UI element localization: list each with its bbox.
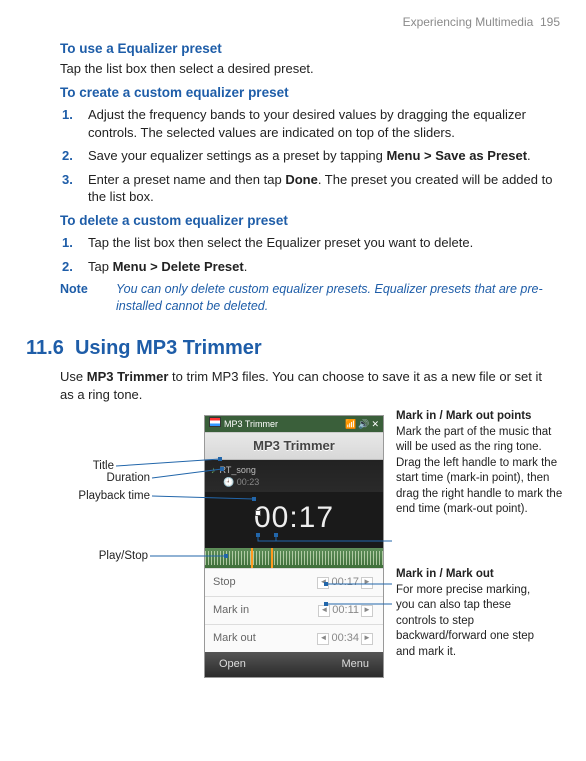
track-title: RT_song	[220, 464, 256, 476]
step-fwd-icon[interactable]: ►	[361, 577, 373, 589]
step-num: 3.	[62, 171, 73, 189]
page-number: 195	[540, 15, 560, 29]
row-mark-in[interactable]: Mark in ◄ 00:11 ►	[205, 596, 383, 624]
start-icon	[209, 417, 221, 427]
callout-heading: Mark in / Mark out	[396, 568, 494, 580]
heading-use-preset: To use a Equalizer preset	[60, 40, 554, 58]
phone-screenshot: MP3 Trimmer 📶🔊✕ MP3 Trimmer ♪ RT_song 🕘 0…	[204, 415, 384, 678]
mp3-trimmer-diagram: MP3 Trimmer 📶🔊✕ MP3 Trimmer ♪ RT_song 🕘 0…	[26, 409, 560, 689]
note: Note You can only delete custom equalize…	[60, 281, 554, 315]
status-bar: MP3 Trimmer 📶🔊✕	[205, 416, 383, 432]
heading-create-preset: To create a custom equalizer preset	[60, 84, 554, 102]
step-text: Tap the list box then select the Equaliz…	[88, 235, 473, 250]
app-name: MP3 Trimmer	[224, 419, 278, 429]
row-time: 00:17	[331, 575, 359, 590]
callout-heading: Mark in / Mark out points	[396, 410, 531, 422]
running-head: Experiencing Multimedia 195	[26, 14, 560, 30]
callout-duration: Duration	[94, 471, 150, 487]
note-text: You can only delete custom equalizer pre…	[116, 281, 554, 315]
waveform-slider[interactable]	[205, 548, 383, 568]
callout-mark-points: Mark in / Mark out points Mark the part …	[396, 409, 566, 518]
softkey-menu[interactable]: Menu	[341, 657, 369, 672]
row-stop[interactable]: Stop ◄ 00:17 ►	[205, 568, 383, 596]
step-1: 1. Adjust the frequency bands to your de…	[80, 106, 554, 141]
section-intro: Use MP3 Trimmer to trim MP3 files. You c…	[60, 368, 554, 403]
control-rows: Stop ◄ 00:17 ► Mark in ◄ 00:11 ► Mark ou…	[205, 568, 383, 652]
step-text-after: .	[244, 259, 248, 274]
section-number: 11.6	[26, 337, 64, 359]
playhead-indicator	[255, 510, 261, 516]
status-left: MP3 Trimmer	[209, 417, 278, 430]
row-mark-out[interactable]: Mark out ◄ 00:34 ►	[205, 624, 383, 652]
speaker-icon: 🔊	[358, 419, 369, 429]
track-duration: 00:23	[237, 477, 260, 487]
row-label: Stop	[213, 575, 236, 590]
step-back-icon[interactable]: ◄	[317, 633, 329, 645]
softkey-open[interactable]: Open	[219, 657, 246, 672]
close-icon: ✕	[371, 419, 379, 429]
status-icons: 📶🔊✕	[343, 418, 379, 430]
mark-out-handle[interactable]	[271, 548, 273, 568]
callout-text: For more precise marking, you can also t…	[396, 584, 534, 658]
chapter-name: Experiencing Multimedia	[403, 15, 534, 29]
callout-text: Mark the part of the music that will be …	[396, 426, 562, 516]
step-text-before: Enter a preset name and then tap	[88, 172, 285, 187]
step-num: 2.	[62, 147, 73, 165]
step-bold: Menu > Delete Preset	[113, 259, 244, 274]
step-num: 1.	[62, 106, 73, 124]
step-3: 3. Enter a preset name and then tap Done…	[80, 171, 554, 206]
note-label: Note	[60, 281, 96, 315]
step-2: 2. Tap Menu > Delete Preset.	[80, 258, 554, 276]
use-preset-text: Tap the list box then select a desired p…	[60, 60, 554, 78]
heading-delete-preset: To delete a custom equalizer preset	[60, 212, 554, 230]
step-text-before: Save your equalizer settings as a preset…	[88, 148, 386, 163]
step-bold: Done	[285, 172, 318, 187]
step-num: 2.	[62, 258, 73, 276]
step-back-icon[interactable]: ◄	[317, 577, 329, 589]
clock-icon: 🕘	[223, 477, 234, 487]
mark-in-handle[interactable]	[251, 548, 253, 568]
step-fwd-icon[interactable]: ►	[361, 605, 373, 617]
music-note-icon: ♪	[211, 464, 216, 476]
step-num: 1.	[62, 234, 73, 252]
create-preset-steps: 1. Adjust the frequency bands to your de…	[60, 106, 554, 206]
row-time: 00:34	[331, 631, 359, 646]
title-bar: MP3 Trimmer	[205, 432, 383, 460]
row-time: 00:11	[332, 603, 359, 618]
step-2: 2. Save your equalizer settings as a pre…	[80, 147, 554, 165]
step-back-icon[interactable]: ◄	[318, 605, 330, 617]
step-bold: Menu > Save as Preset	[386, 148, 527, 163]
step-text-after: .	[527, 148, 531, 163]
playback-time-value: 00:17	[254, 501, 334, 534]
track-info: ♪ RT_song 🕘 00:23	[205, 460, 383, 492]
callout-play-stop: Play/Stop	[86, 549, 148, 565]
softkey-bar: Open Menu	[205, 652, 383, 677]
step-1: 1. Tap the list box then select the Equa…	[80, 234, 554, 252]
row-label: Mark out	[213, 631, 256, 646]
step-fwd-icon[interactable]: ►	[361, 633, 373, 645]
row-label: Mark in	[213, 603, 249, 618]
signal-icon: 📶	[345, 419, 356, 429]
callout-mark-controls: Mark in / Mark out For more precise mark…	[396, 567, 536, 660]
step-text: Adjust the frequency bands to your desir…	[88, 107, 526, 140]
section-heading: 11.6 Using MP3 Trimmer	[26, 335, 560, 362]
delete-preset-steps: 1. Tap the list box then select the Equa…	[60, 234, 554, 275]
step-text-before: Tap	[88, 259, 113, 274]
callout-playback-time: Playback time	[66, 489, 150, 505]
section-title: Using MP3 Trimmer	[75, 337, 262, 359]
playback-time: 00:17	[205, 492, 383, 549]
